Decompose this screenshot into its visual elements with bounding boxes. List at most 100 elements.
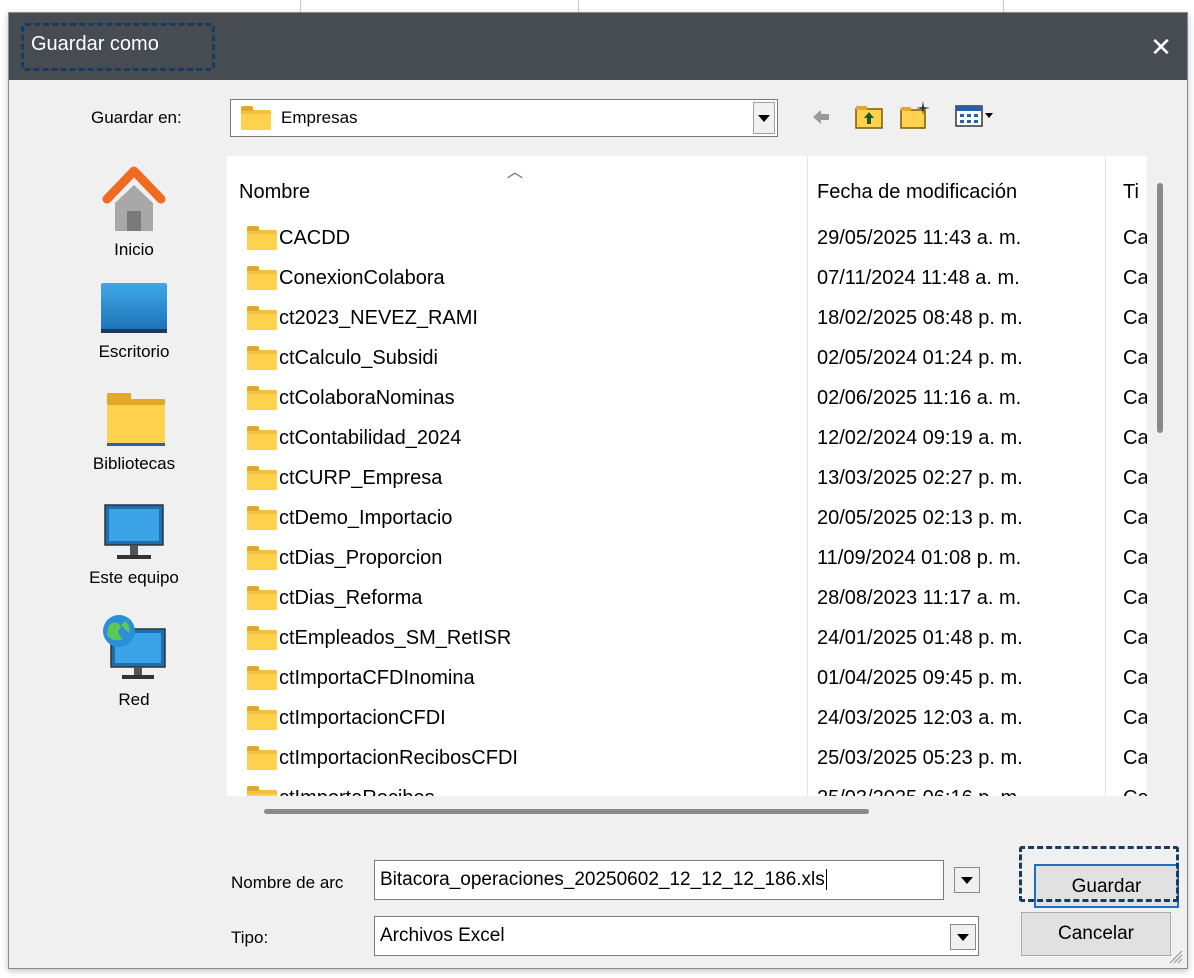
filetype-dropdown-button[interactable] — [950, 924, 976, 950]
file-list[interactable]: ︿ Nombre Fecha de modificación Ti CACDD … — [227, 156, 1147, 796]
folder-icon — [241, 106, 271, 130]
file-type: Ca — [1123, 707, 1147, 729]
sort-ascending-icon: ︿ — [507, 164, 524, 181]
back-arrow-icon[interactable] — [809, 105, 833, 135]
vertical-scrollbar[interactable] — [1157, 183, 1163, 433]
place-label-home: Inicio — [114, 240, 154, 259]
list-item[interactable]: ctImportacionRecibosCFDI 25/03/2025 05:2… — [227, 740, 1147, 780]
file-name: ctCURP_Empresa — [279, 467, 443, 489]
place-this-pc[interactable]: Este equipo — [49, 503, 219, 588]
place-network[interactable]: Red — [49, 613, 219, 710]
file-name: ctColaboraNominas — [279, 387, 455, 409]
computer-icon — [104, 504, 164, 559]
list-item[interactable]: ct2023_NEVEZ_RAMI 18/02/2025 08:48 p. m.… — [227, 300, 1147, 340]
filetype-select[interactable]: Archivos Excel — [374, 916, 979, 956]
file-name: ctCalculo_Subsidi — [279, 347, 438, 369]
file-type: Ca — [1123, 307, 1147, 329]
network-icon — [103, 615, 166, 679]
file-date: 02/06/2025 11:16 a. m. — [817, 387, 1022, 409]
file-name: ctDias_Proporcion — [279, 547, 443, 569]
libraries-icon — [107, 393, 165, 446]
column-header-name[interactable]: Nombre — [239, 181, 310, 204]
file-type: Ca — [1123, 547, 1147, 569]
title-bar[interactable]: Guardar como ✕ — [9, 13, 1187, 80]
horizontal-scrollbar[interactable] — [264, 809, 869, 814]
column-header-type[interactable]: Ti — [1123, 181, 1139, 204]
file-type: Ca — [1123, 427, 1147, 449]
folder-icon — [247, 386, 277, 410]
file-type: Ca — [1123, 587, 1147, 609]
view-menu-icon[interactable] — [954, 103, 996, 135]
file-name: ctEmpleados_SM_RetISR — [279, 627, 512, 649]
file-date: 12/02/2024 09:19 a. m. — [817, 427, 1023, 449]
file-name: ConexionColabora — [279, 267, 445, 289]
file-date: 02/05/2024 01:24 p. m. — [817, 347, 1023, 369]
list-item[interactable]: ctColaboraNominas 02/06/2025 11:16 a. m.… — [227, 380, 1147, 420]
file-name: ct2023_NEVEZ_RAMI — [279, 307, 478, 329]
folder-icon — [247, 266, 277, 290]
file-type: Ca — [1123, 787, 1147, 796]
resize-grip-icon[interactable] — [1169, 950, 1183, 964]
save-in-combobox[interactable]: Empresas — [230, 99, 778, 137]
file-type: Ca — [1123, 747, 1147, 769]
close-button[interactable]: ✕ — [1145, 31, 1177, 63]
filename-input[interactable]: Bitacora_operaciones_20250602_12_12_12_1… — [374, 860, 944, 900]
new-folder-icon[interactable] — [899, 99, 931, 137]
list-item[interactable]: ctImportaCFDInomina 01/04/2025 09:45 p. … — [227, 660, 1147, 700]
list-item[interactable]: ctEmpleados_SM_RetISR 24/01/2025 01:48 p… — [227, 620, 1147, 660]
folder-icon — [247, 666, 277, 690]
text-cursor — [825, 869, 827, 890]
save-as-dialog: Guardar como ✕ Guardar en: Empresas Inic… — [8, 12, 1188, 969]
chevron-down-icon — [961, 876, 973, 884]
place-label-network: Red — [118, 690, 150, 709]
file-date: 24/03/2025 12:03 a. m. — [817, 707, 1023, 729]
up-folder-icon[interactable] — [854, 102, 884, 136]
column-header-date[interactable]: Fecha de modificación — [817, 181, 1017, 204]
file-date: 25/03/2025 06:16 p. m. — [817, 787, 1023, 796]
list-item[interactable]: ctContabilidad_2024 12/02/2024 09:19 a. … — [227, 420, 1147, 460]
file-type: Ca — [1123, 387, 1147, 409]
file-date: 28/08/2023 11:17 a. m. — [817, 587, 1022, 609]
place-label-this-pc: Este equipo — [89, 568, 179, 587]
folder-icon — [247, 586, 277, 610]
place-label-desktop: Escritorio — [98, 342, 170, 361]
list-item[interactable]: ctDemo_Importacio 20/05/2025 02:13 p. m.… — [227, 500, 1147, 540]
list-item[interactable]: ctCalculo_Subsidi 02/05/2024 01:24 p. m.… — [227, 340, 1147, 380]
file-name: ctImportaRecibos — [279, 787, 435, 796]
file-date: 29/05/2025 11:43 a. m. — [817, 227, 1022, 249]
list-item[interactable]: CACDD 29/05/2025 11:43 a. m. Ca — [227, 220, 1147, 260]
place-libraries[interactable]: Bibliotecas — [49, 391, 219, 474]
file-type: Ca — [1123, 627, 1147, 649]
list-item[interactable]: ctCURP_Empresa 13/03/2025 02:27 p. m. Ca — [227, 460, 1147, 500]
place-home[interactable]: Inicio — [49, 163, 219, 260]
file-date: 20/05/2025 02:13 p. m. — [817, 507, 1023, 529]
list-item[interactable]: ctImportacionCFDI 24/03/2025 12:03 a. m.… — [227, 700, 1147, 740]
filename-label: Nombre de arc — [231, 873, 344, 892]
file-name: CACDD — [279, 227, 351, 249]
folder-icon — [247, 506, 277, 530]
filename-dropdown-button[interactable] — [954, 867, 980, 893]
file-date: 18/02/2025 08:48 p. m. — [817, 307, 1023, 329]
file-name: ctImportacionCFDI — [279, 707, 446, 729]
file-type: Ca — [1123, 507, 1147, 529]
folder-icon — [247, 226, 277, 250]
folder-icon — [247, 746, 277, 770]
home-icon — [102, 166, 166, 231]
folder-icon — [247, 346, 277, 370]
folder-icon — [247, 546, 277, 570]
save-in-value: Empresas — [281, 108, 358, 127]
file-date: 11/09/2024 01:08 p. m. — [817, 547, 1022, 569]
file-date: 25/03/2025 05:23 p. m. — [817, 747, 1023, 769]
file-name: ctContabilidad_2024 — [279, 427, 462, 449]
list-item[interactable]: ConexionColabora 07/11/2024 11:48 a. m. … — [227, 260, 1147, 300]
file-date: 01/04/2025 09:45 p. m. — [817, 667, 1023, 689]
folder-icon — [247, 426, 277, 450]
list-item[interactable]: ctDias_Proporcion 11/09/2024 01:08 p. m.… — [227, 540, 1147, 580]
list-item[interactable]: ctDias_Reforma 28/08/2023 11:17 a. m. Ca — [227, 580, 1147, 620]
list-item[interactable]: ctImportaRecibos 25/03/2025 06:16 p. m. … — [227, 780, 1147, 796]
folder-icon — [247, 626, 277, 650]
save-in-dropdown-button[interactable] — [753, 102, 775, 134]
cancel-button[interactable]: Cancelar — [1021, 912, 1171, 956]
place-desktop[interactable]: Escritorio — [49, 281, 219, 362]
close-icon: ✕ — [1150, 32, 1172, 62]
